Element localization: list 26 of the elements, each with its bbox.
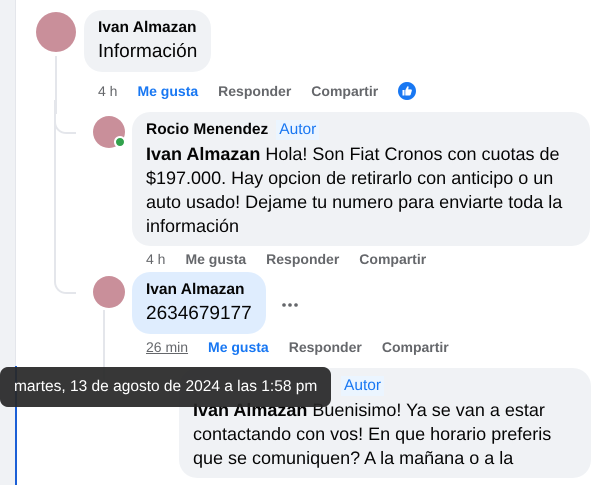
- timestamp-link[interactable]: 4 h: [98, 83, 118, 99]
- author-name[interactable]: Ivan Almazan: [146, 281, 244, 299]
- comment-text: Ivan Almazan Hola! Son Fiat Cronos con cuotas de $197.000. Hay opcion de retirarlo con anticipo o un auto usado! Dejame tu numero para enviarte toda la información: [146, 143, 564, 238]
- thumbs-up-icon[interactable]: [398, 82, 416, 100]
- timestamp-link[interactable]: 4 h: [146, 251, 166, 267]
- avatar[interactable]: [93, 116, 125, 148]
- reply-link[interactable]: Responder: [266, 251, 340, 267]
- timestamp-link[interactable]: 26 min: [146, 339, 188, 355]
- author-name[interactable]: Ivan Almazan: [98, 19, 196, 37]
- share-link[interactable]: Compartir: [311, 83, 378, 99]
- avatar[interactable]: [36, 12, 76, 52]
- reply-link[interactable]: Responder: [218, 83, 292, 99]
- like-link[interactable]: Me gusta: [137, 83, 198, 99]
- reply-link[interactable]: Responder: [288, 339, 362, 355]
- share-link[interactable]: Compartir: [359, 251, 426, 267]
- avatar[interactable]: [93, 276, 125, 308]
- author-badge: Autor: [276, 120, 320, 140]
- like-link[interactable]: Me gusta: [185, 251, 246, 267]
- author-badge: Autor: [341, 376, 384, 396]
- more-options-icon[interactable]: [282, 303, 298, 307]
- comment-text: 2634679177: [146, 302, 252, 326]
- comment-text: Información: [98, 40, 198, 64]
- author-name[interactable]: Rocio Menendez: [146, 121, 268, 139]
- share-link[interactable]: Compartir: [382, 339, 449, 355]
- like-link[interactable]: Me gusta: [208, 339, 269, 355]
- date-tooltip: martes, 13 de agosto de 2024 a las 1:58 pm: [0, 367, 332, 407]
